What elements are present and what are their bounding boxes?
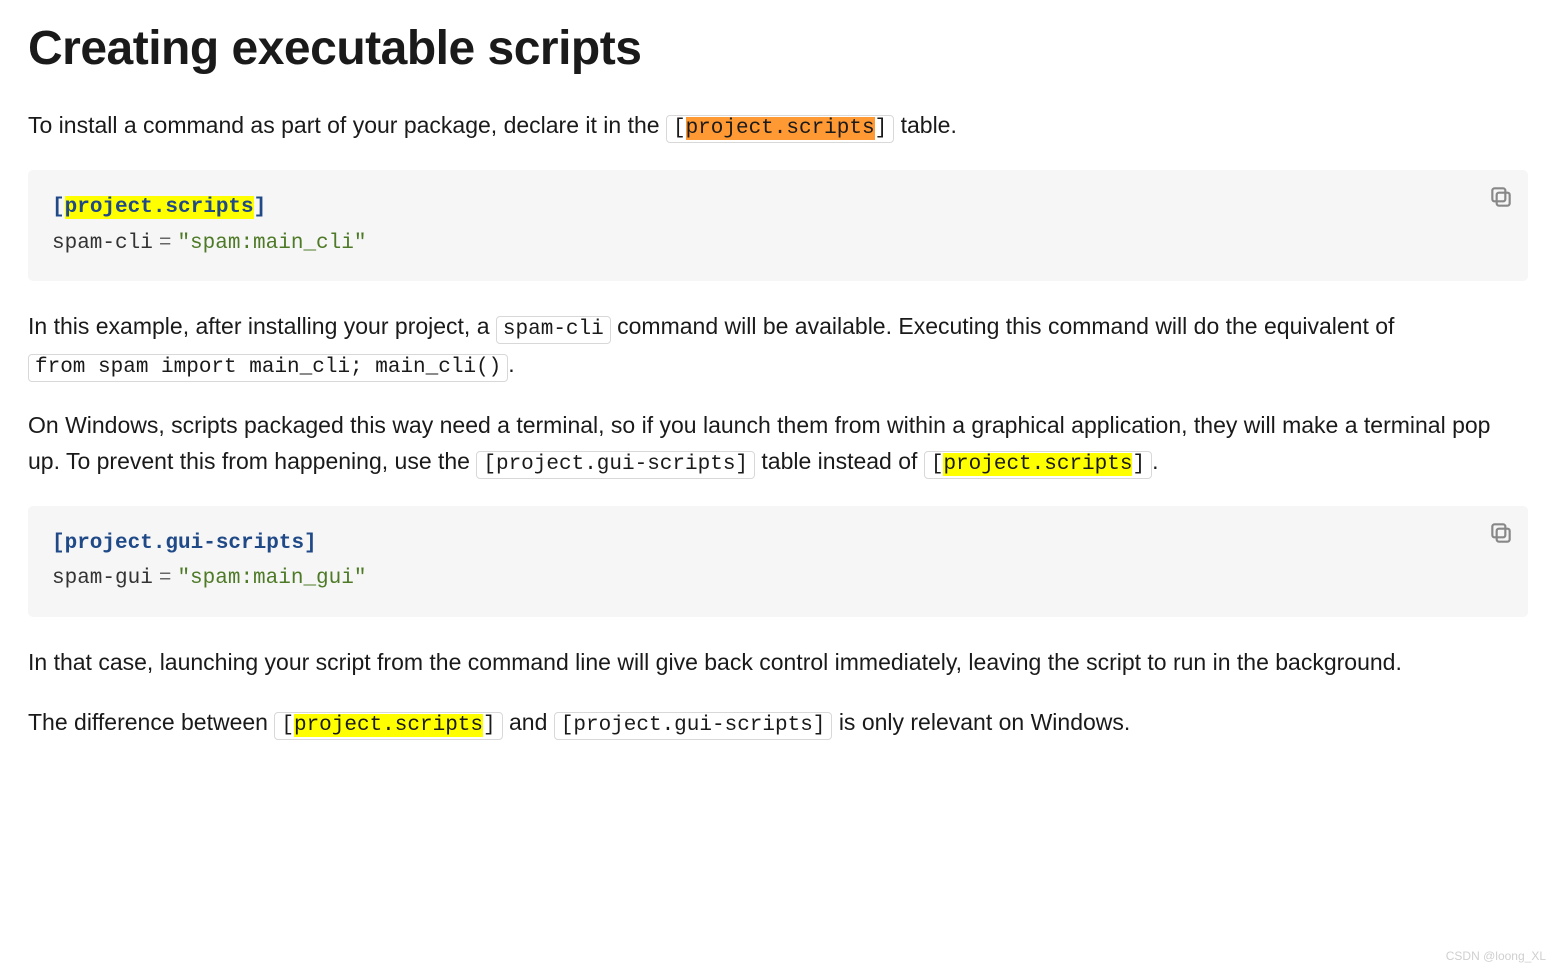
- text: is only relevant on Windows.: [839, 709, 1130, 735]
- text: In this example, after installing your p…: [28, 313, 496, 339]
- paragraph: In that case, launching your script from…: [28, 645, 1528, 681]
- code-project-scripts: [project.scripts]: [274, 712, 502, 740]
- bracket: ]: [1132, 453, 1145, 476]
- highlight-yellow: project.scripts: [65, 196, 254, 219]
- code-line: spam-cli="spam:main_cli": [52, 226, 1504, 262]
- code-line: [project.scripts]: [52, 190, 1504, 226]
- text: .: [1152, 448, 1158, 474]
- paragraph: In this example, after installing your p…: [28, 309, 1528, 384]
- watermark: CSDN @loong_XL: [1446, 947, 1546, 966]
- toml-section: [project.scripts]: [52, 196, 266, 219]
- code-line: [project.gui-scripts]: [52, 526, 1504, 562]
- copy-icon[interactable]: [1488, 184, 1514, 210]
- text: table.: [901, 112, 957, 138]
- paragraph: On Windows, scripts packaged this way ne…: [28, 408, 1528, 481]
- toml-op: =: [153, 567, 178, 590]
- bracket: [: [281, 714, 294, 737]
- code-project-scripts: [project.scripts]: [666, 115, 894, 143]
- code-line: spam-gui="spam:main_gui": [52, 561, 1504, 597]
- toml-section: [project.gui-scripts]: [52, 532, 317, 555]
- toml-value: "spam:main_cli": [177, 232, 366, 255]
- text: To install a command as part of your pac…: [28, 112, 666, 138]
- toml-value: "spam:main_gui": [177, 567, 366, 590]
- code-block-gui-scripts: [project.gui-scripts] spam-gui="spam:mai…: [28, 506, 1528, 617]
- text: The difference between: [28, 709, 274, 735]
- code-gui-scripts: [project.gui-scripts]: [476, 451, 755, 479]
- code-import: from spam import main_cli; main_cli(): [28, 354, 508, 382]
- toml-op: =: [153, 232, 178, 255]
- text: .: [508, 351, 514, 377]
- bracket: [: [931, 453, 944, 476]
- text: command will be available. Executing thi…: [617, 313, 1394, 339]
- bracket: ]: [483, 714, 496, 737]
- text: table instead of: [761, 448, 923, 474]
- copy-icon[interactable]: [1488, 520, 1514, 546]
- highlight-orange: project.scripts: [686, 117, 875, 140]
- text: and: [509, 709, 554, 735]
- code-gui-scripts: [project.gui-scripts]: [554, 712, 833, 740]
- code-block-scripts: [project.scripts] spam-cli="spam:main_cl…: [28, 170, 1528, 281]
- highlight-yellow: project.scripts: [943, 453, 1132, 476]
- toml-key: spam-gui: [52, 567, 153, 590]
- code-spam-cli: spam-cli: [496, 316, 611, 344]
- paragraph: The difference between [project.scripts]…: [28, 705, 1528, 743]
- highlight-yellow: project.scripts: [294, 714, 483, 737]
- text: On Windows, scripts packaged this way ne…: [28, 412, 1490, 474]
- toml-key: spam-cli: [52, 232, 153, 255]
- code-project-scripts: [project.scripts]: [924, 451, 1152, 479]
- intro-paragraph: To install a command as part of your pac…: [28, 108, 1528, 146]
- page-title: Creating executable scripts: [28, 12, 1528, 86]
